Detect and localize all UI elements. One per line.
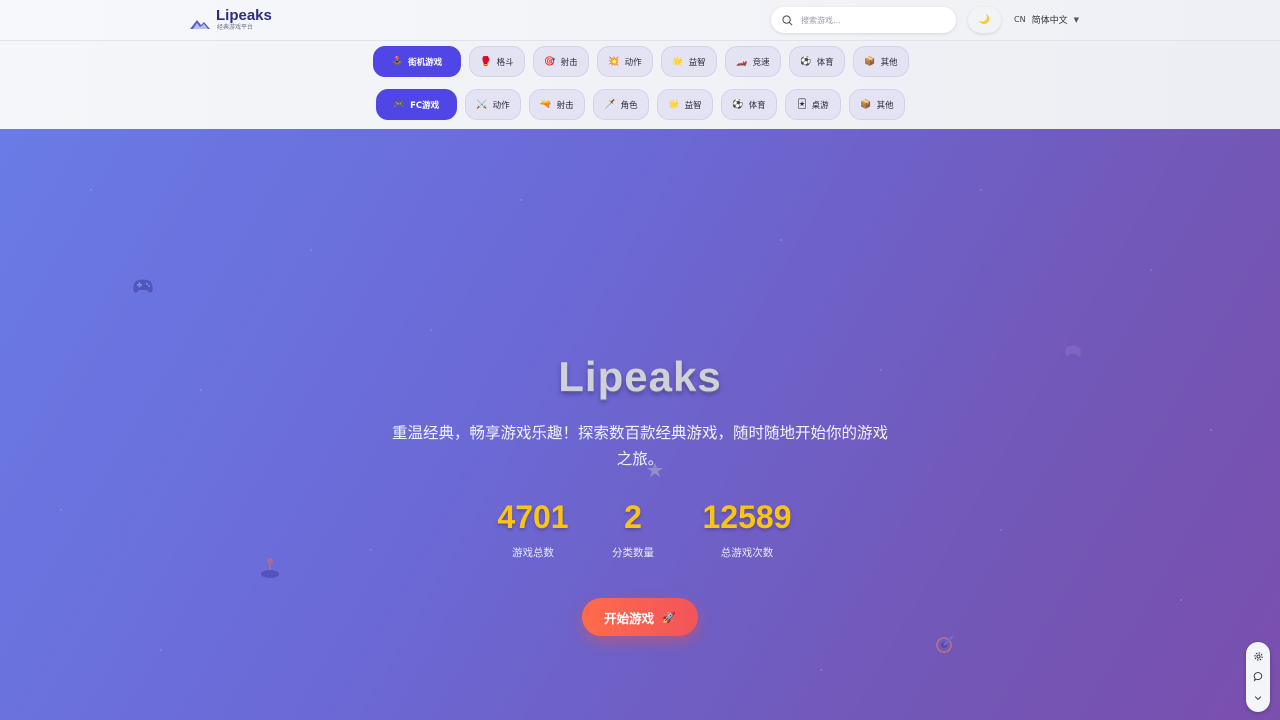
- race-car-icon: 🏎️: [736, 56, 748, 67]
- tab-fc-games[interactable]: 🎮 FC游戏: [376, 89, 457, 120]
- tab-label: 益智: [684, 100, 702, 111]
- tab-fc-other[interactable]: 📦 其他: [849, 89, 905, 120]
- scroll-down-button[interactable]: [1251, 691, 1265, 705]
- gear-icon: [1253, 652, 1263, 661]
- tab-fc-rpg[interactable]: 🗡️ 角色: [593, 89, 649, 120]
- tab-label: FC游戏: [410, 100, 440, 111]
- star-icon: 🌟: [668, 99, 680, 110]
- stat-total-plays: 12589 总游戏次数: [692, 497, 802, 560]
- language-selector[interactable]: CN 简体中文 ▼: [1014, 13, 1079, 26]
- stat-label: 总游戏次数: [720, 547, 774, 559]
- soccer-ball-icon: ⚽: [800, 56, 812, 67]
- tab-label: 体育: [748, 100, 766, 111]
- gun-icon: 🔫: [540, 99, 552, 110]
- tab-label: 益智: [688, 57, 706, 68]
- search-box[interactable]: [771, 7, 956, 33]
- tab-arcade-puzzle[interactable]: 🌟 益智: [661, 46, 717, 77]
- joystick-icon: 🕹️: [391, 56, 404, 67]
- stat-total-games: 4701 游戏总数: [478, 497, 588, 560]
- start-game-label: 开始游戏: [604, 610, 655, 626]
- explosion-icon: 💥: [608, 56, 620, 67]
- tab-label: 街机游戏: [408, 57, 443, 68]
- stat-value: 12589: [702, 499, 792, 535]
- tab-label: 射击: [556, 100, 574, 111]
- gamepad-icon: 🎮: [393, 99, 406, 110]
- language-code: CN: [1014, 15, 1026, 24]
- star-icon: 🌟: [672, 56, 684, 67]
- chevron-down-icon: ▼: [1073, 15, 1079, 24]
- theme-toggle-button[interactable]: 🌙: [968, 7, 1001, 33]
- target-decoration-icon: [936, 635, 954, 653]
- hero-title: Lipeaks: [558, 353, 722, 400]
- tab-arcade-sports[interactable]: ⚽ 体育: [789, 46, 845, 77]
- tab-label: 角色: [620, 100, 638, 111]
- language-label: 简体中文: [1031, 16, 1068, 26]
- tab-label: 其他: [876, 100, 894, 111]
- tab-label: 桌游: [811, 100, 829, 111]
- settings-button[interactable]: [1251, 649, 1265, 663]
- logo-title: Lipeaks: [216, 7, 272, 24]
- stats-row: 4701 游戏总数 2 分类数量 12589 总游戏次数: [0, 497, 1280, 560]
- logo[interactable]: Lipeaks 经典游戏平台: [190, 8, 272, 32]
- tab-label: 动作: [624, 57, 642, 68]
- chevron-down-icon: [1254, 695, 1262, 700]
- mountain-logo-icon: [190, 20, 210, 29]
- sword-icon: 🗡️: [604, 99, 616, 110]
- start-game-button[interactable]: 开始游戏 🚀: [582, 598, 698, 636]
- floating-toolbar: [1246, 642, 1270, 712]
- gamepad-decoration-icon: [133, 279, 153, 293]
- tab-label: 射击: [560, 57, 578, 68]
- joystick-decoration-icon: [261, 558, 279, 578]
- tab-label: 动作: [492, 100, 510, 111]
- tab-arcade-action[interactable]: 💥 动作: [597, 46, 653, 77]
- boxing-glove-icon: 🥊: [480, 56, 492, 67]
- playing-card-icon: 🃏: [797, 99, 807, 110]
- tab-label: 竞速: [752, 57, 770, 68]
- stat-label: 分类数量: [612, 547, 654, 559]
- tab-label: 格斗: [496, 57, 514, 68]
- tab-fc-shooting[interactable]: 🔫 射击: [529, 89, 585, 120]
- search-icon: [782, 14, 793, 25]
- rocket-icon: 🚀: [662, 610, 676, 624]
- search-input[interactable]: [801, 15, 941, 25]
- tab-fc-puzzle[interactable]: 🌟 益智: [657, 89, 713, 120]
- stat-category-count: 2 分类数量: [598, 497, 668, 560]
- tab-fc-action[interactable]: ⚔️ 动作: [465, 89, 521, 120]
- soccer-ball-icon: ⚽: [732, 99, 744, 110]
- hero-subtitle: 重温经典，畅享游戏乐趣！探索数百款经典游戏，随时随地开始你的游戏之旅。: [391, 424, 888, 468]
- logo-subtitle: 经典游戏平台: [217, 24, 254, 31]
- fc-category-row: 🎮 FC游戏 ⚔️ 动作 🔫 射击 🗡️ 角色 🌟 益智 ⚽ 体育 🃏 桌游 📦 其他: [376, 89, 905, 120]
- tab-label: 其他: [880, 57, 898, 68]
- stat-label: 游戏总数: [512, 547, 554, 559]
- tab-arcade-racing[interactable]: 🏎️ 竞速: [725, 46, 781, 77]
- tab-fc-sports[interactable]: ⚽ 体育: [721, 89, 777, 120]
- crossed-swords-icon: ⚔️: [476, 99, 488, 110]
- box-icon: 📦: [860, 99, 872, 110]
- feedback-button[interactable]: [1251, 670, 1265, 684]
- tab-fc-board[interactable]: 🃏 桌游: [785, 89, 841, 120]
- target-icon: 🎯: [544, 56, 556, 67]
- tab-arcade-fighting[interactable]: 🥊 格斗: [469, 46, 525, 77]
- category-bar: 🕹️ 街机游戏 🥊 格斗 🎯 射击 💥 动作 🌟 益智 🏎️ 竞速 ⚽ 体育 📦 其他 🎮 FC游…: [0, 41, 1280, 129]
- stat-value: 2: [624, 499, 642, 535]
- moon-icon: 🌙: [978, 15, 991, 25]
- arcade-category-row: 🕹️ 街机游戏 🥊 格斗 🎯 射击 💥 动作 🌟 益智 🏎️ 竞速 ⚽ 体育 📦 其他: [373, 46, 909, 77]
- box-icon: 📦: [864, 56, 876, 67]
- top-header: Lipeaks 经典游戏平台 🌙 CN 简体中文 ▼: [0, 0, 1280, 41]
- tab-arcade-shooting[interactable]: 🎯 射击: [533, 46, 589, 77]
- stat-value: 4701: [497, 499, 569, 535]
- tab-arcade-other[interactable]: 📦 其他: [853, 46, 909, 77]
- chat-bubble-icon: [1253, 672, 1262, 683]
- tab-arcade-games[interactable]: 🕹️ 街机游戏: [373, 46, 461, 77]
- hero-section: Lipeaks 重温经典，畅享游戏乐趣！探索数百款经典游戏，随时随地开始你的游戏…: [0, 129, 1280, 720]
- tab-label: 体育: [816, 57, 834, 68]
